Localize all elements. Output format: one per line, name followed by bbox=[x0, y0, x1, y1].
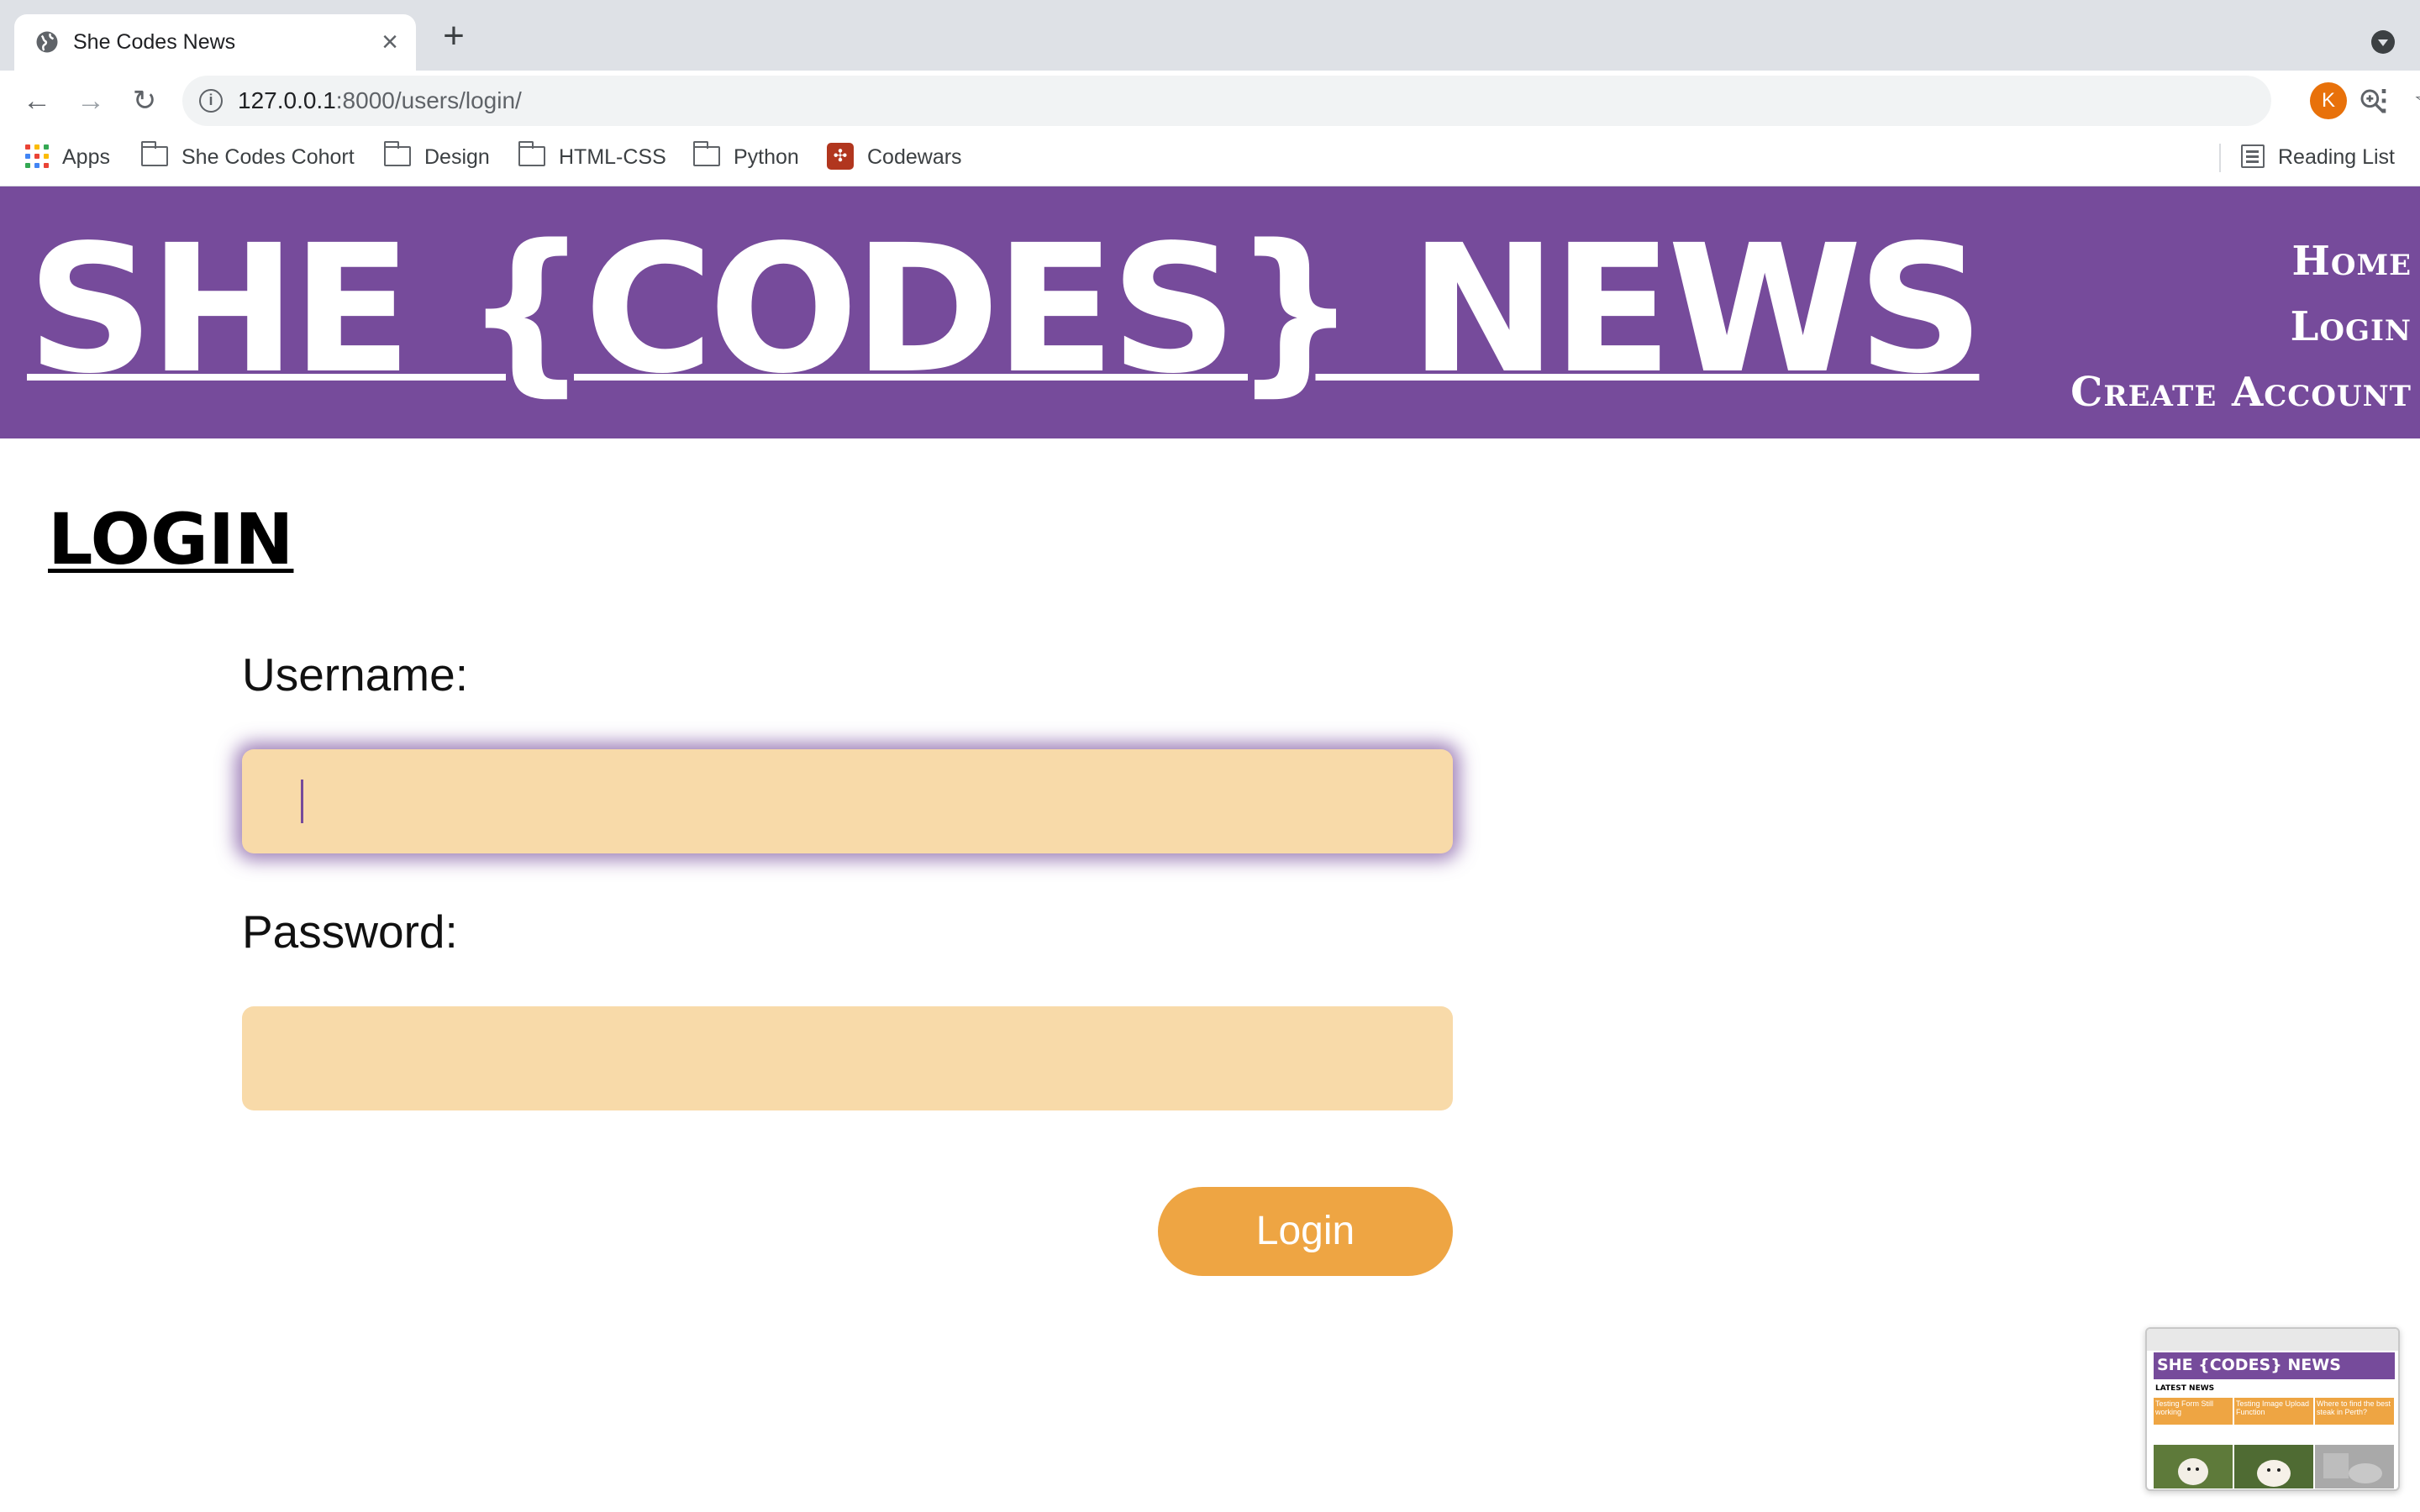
page-preview-thumbnail[interactable]: SHE {CODES} NEWS LATEST NEWS Testing For… bbox=[2145, 1327, 2400, 1491]
site-header: SHE {CODES} NEWS Home Login Create Accou… bbox=[0, 186, 2420, 438]
menu-icon[interactable]: ⋮ bbox=[2370, 82, 2398, 119]
bookmark-label: Python bbox=[734, 145, 799, 169]
preview-news-card: Where to find the best steak in Perth? bbox=[2315, 1398, 2394, 1488]
folder-icon bbox=[518, 141, 545, 167]
reading-list-icon bbox=[2241, 144, 2265, 169]
preview-card-image bbox=[2234, 1445, 2313, 1488]
profile-avatar[interactable]: K bbox=[2310, 82, 2347, 119]
nav-login-link[interactable]: Login bbox=[2070, 294, 2412, 360]
folder-icon bbox=[383, 141, 411, 167]
password-input[interactable] bbox=[242, 1006, 1453, 1110]
page-title: LOGIN bbox=[48, 498, 294, 580]
preview-section-title: LATEST NEWS bbox=[2155, 1384, 2215, 1393]
url-path: :8000/users/login/ bbox=[335, 87, 522, 113]
bookmark-label: Apps bbox=[62, 145, 110, 169]
preview-card-title: Where to find the best steak in Perth? bbox=[2315, 1398, 2394, 1425]
nav-create-account-link[interactable]: Create Account bbox=[2070, 360, 2412, 425]
puppy-image bbox=[2257, 1460, 2291, 1487]
bookmark-label: She Codes Cohort bbox=[182, 145, 355, 169]
tab-strip: She Codes News × + bbox=[0, 0, 2420, 71]
bookmark-star-icon[interactable]: ☆ bbox=[2413, 82, 2420, 119]
preview-site-title: SHE {CODES} NEWS bbox=[2157, 1356, 2341, 1374]
text-caret bbox=[301, 780, 303, 823]
new-tab-icon[interactable]: + bbox=[439, 18, 469, 55]
steak-image bbox=[2323, 1453, 2382, 1483]
preview-card-title: Testing Form Still working bbox=[2154, 1398, 2233, 1425]
reload-icon[interactable]: ↻ bbox=[126, 82, 163, 119]
preview-card-title: Testing Image Upload Function bbox=[2234, 1398, 2313, 1425]
globe-icon bbox=[36, 31, 58, 53]
bookmark-label: HTML-CSS bbox=[559, 145, 666, 169]
puppy-image bbox=[2178, 1458, 2208, 1485]
preview-browser-chrome bbox=[2147, 1329, 2398, 1351]
login-button[interactable]: Login bbox=[1158, 1187, 1453, 1276]
site-title-link[interactable]: SHE {CODES} NEWS bbox=[27, 222, 1984, 398]
bookmark-apps[interactable]: Apps bbox=[25, 132, 110, 182]
apps-grid-icon bbox=[25, 144, 49, 169]
preview-news-card: Testing Image Upload Function bbox=[2234, 1398, 2313, 1488]
preview-card-image bbox=[2315, 1445, 2394, 1488]
browser-tab[interactable]: She Codes News × bbox=[14, 14, 416, 71]
codewars-icon: ✣ bbox=[827, 143, 854, 171]
bookmark-label: Design bbox=[424, 145, 490, 169]
browser-toolbar: ← → ↻ i 127.0.0.1:8000/users/login/ ☆ K … bbox=[0, 71, 2420, 132]
close-tab-icon[interactable]: × bbox=[377, 28, 402, 56]
nav-home-link[interactable]: Home bbox=[2070, 228, 2412, 294]
url-host: 127.0.0.1 bbox=[238, 87, 336, 113]
preview-header: SHE {CODES} NEWS bbox=[2154, 1352, 2395, 1379]
bookmark-label: Codewars bbox=[867, 145, 962, 169]
preview-news-card: Testing Form Still working bbox=[2154, 1398, 2233, 1488]
folder-icon bbox=[140, 141, 168, 167]
reading-list-label: Reading List bbox=[2278, 145, 2395, 169]
bookmarks-bar: Apps She Codes Cohort Design HTML-CSS Py… bbox=[0, 132, 2420, 186]
bookmark-design[interactable]: Design bbox=[383, 132, 490, 182]
tab-title: She Codes News bbox=[73, 30, 236, 54]
password-label: Password: bbox=[242, 906, 458, 958]
back-icon[interactable]: ← bbox=[18, 82, 55, 119]
username-input[interactable] bbox=[242, 749, 1453, 853]
site-info-icon[interactable]: i bbox=[199, 89, 223, 113]
bookmark-codewars[interactable]: ✣ Codewars bbox=[827, 132, 962, 182]
bookmarks-divider bbox=[2219, 144, 2221, 172]
bookmark-python[interactable]: Python bbox=[692, 132, 799, 182]
reading-list-button[interactable]: Reading List bbox=[2241, 132, 2395, 182]
bookmark-html-css[interactable]: HTML-CSS bbox=[518, 132, 666, 182]
address-bar[interactable]: i 127.0.0.1:8000/users/login/ ☆ bbox=[182, 76, 2420, 126]
bookmark-she-codes-cohort[interactable]: She Codes Cohort bbox=[140, 132, 355, 182]
username-label: Username: bbox=[242, 648, 468, 701]
forward-icon[interactable]: → bbox=[72, 82, 109, 119]
url-text[interactable]: 127.0.0.1:8000/users/login/ bbox=[238, 76, 522, 126]
folder-icon bbox=[692, 141, 720, 167]
preview-card-image bbox=[2154, 1445, 2233, 1488]
tab-search-icon[interactable] bbox=[2371, 30, 2395, 54]
site-nav: Home Login Create Account bbox=[2070, 228, 2412, 425]
